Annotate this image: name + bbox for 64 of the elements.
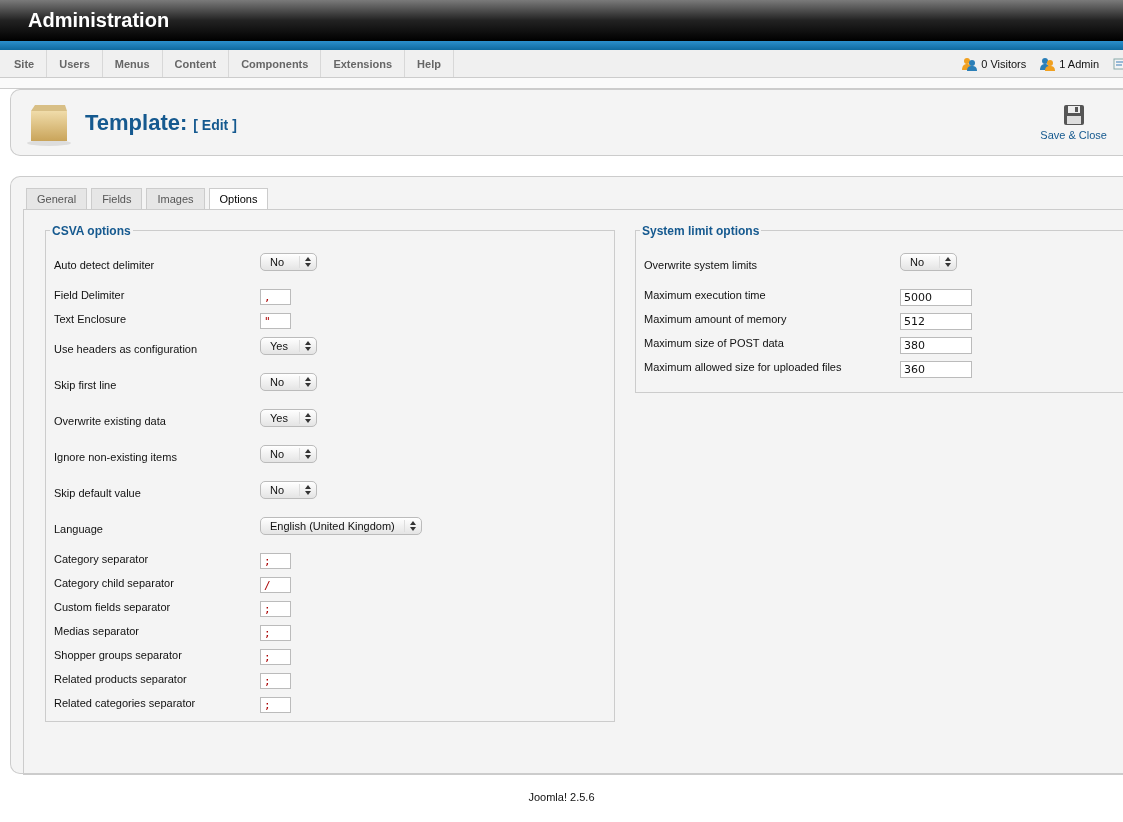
- input-field[interactable]: 512: [900, 313, 972, 330]
- footer-version: Joomla! 2.5.6: [527, 791, 596, 803]
- input-field[interactable]: ;: [260, 625, 291, 641]
- menu-item[interactable]: Components: [229, 50, 322, 77]
- field-label: Skip first line: [54, 379, 118, 391]
- input-field[interactable]: ": [260, 313, 291, 329]
- field-label: Overwrite existing data: [54, 415, 167, 427]
- menu-item[interactable]: Help: [405, 50, 454, 77]
- field-label: Medias separator: [54, 625, 140, 637]
- field-label: Category child separator: [54, 577, 175, 589]
- field-label: Language: [54, 523, 104, 535]
- field-label: Maximum execution time: [644, 289, 767, 301]
- field-label: Use headers as configuration: [54, 343, 199, 355]
- select-field[interactable]: No: [260, 253, 317, 271]
- input-field[interactable]: 5000: [900, 289, 972, 306]
- select-field[interactable]: English (United Kingdom): [260, 517, 422, 535]
- page-title: Template:: [85, 109, 188, 136]
- tab[interactable]: General: [26, 188, 88, 209]
- status-link[interactable]: 0 Visitors: [981, 57, 1027, 70]
- field-label: Category separator: [54, 553, 150, 565]
- menu-item[interactable]: Menus: [102, 50, 163, 77]
- field-label: Field Delimiter: [54, 289, 126, 301]
- status-link[interactable]: 1 Admin: [1059, 57, 1099, 70]
- select-field[interactable]: No: [900, 253, 957, 271]
- field-label: Text Enclosure: [54, 313, 128, 325]
- menu-item[interactable]: Extensions: [321, 50, 406, 77]
- input-field[interactable]: ;: [260, 601, 291, 617]
- select-field[interactable]: No: [260, 481, 317, 499]
- tab[interactable]: Fields: [91, 188, 143, 209]
- input-field[interactable]: ;: [260, 673, 291, 689]
- page-subtitle: [ Edit ]: [193, 116, 237, 133]
- users-icon: [1040, 56, 1057, 71]
- tab[interactable]: Options: [208, 188, 269, 209]
- input-field[interactable]: ,: [260, 289, 291, 305]
- field-label: Related categories separator: [54, 697, 197, 709]
- menu-item[interactable]: Users: [47, 50, 103, 77]
- fieldset-legend: CSVA options: [50, 224, 133, 238]
- field-label: Skip default value: [54, 487, 142, 499]
- input-field[interactable]: /: [260, 577, 291, 593]
- field-label: Overwrite system limits: [644, 259, 759, 271]
- save-close-button[interactable]: Save & Close: [1038, 102, 1109, 143]
- input-field[interactable]: ;: [260, 649, 291, 665]
- field-label: Auto detect delimiter: [54, 259, 156, 271]
- field-label: Shopper groups separator: [54, 649, 183, 661]
- field-label: Maximum size of POST data: [644, 337, 785, 349]
- input-field[interactable]: ;: [260, 553, 291, 569]
- select-field[interactable]: Yes: [260, 409, 317, 427]
- menu-item[interactable]: Site: [2, 50, 48, 77]
- field-label: Related products separator: [54, 673, 188, 685]
- input-field[interactable]: 360: [900, 361, 972, 378]
- input-field[interactable]: ;: [260, 697, 291, 713]
- field-label: Maximum amount of memory: [644, 313, 788, 325]
- select-field[interactable]: Yes: [260, 337, 317, 355]
- site-title: Administration: [28, 9, 170, 32]
- menu-item[interactable]: Content: [162, 50, 230, 77]
- input-field[interactable]: 380: [900, 337, 972, 354]
- select-field[interactable]: No: [260, 445, 317, 463]
- field-label: Custom fields separator: [54, 601, 172, 613]
- fieldset-legend: System limit options: [640, 224, 762, 238]
- field-label: Ignore non-existing items: [54, 451, 178, 463]
- tab[interactable]: Images: [146, 188, 205, 209]
- select-field[interactable]: No: [260, 373, 317, 391]
- field-label: Maximum allowed size for uploaded files: [644, 361, 843, 373]
- users-icon: [962, 56, 979, 71]
